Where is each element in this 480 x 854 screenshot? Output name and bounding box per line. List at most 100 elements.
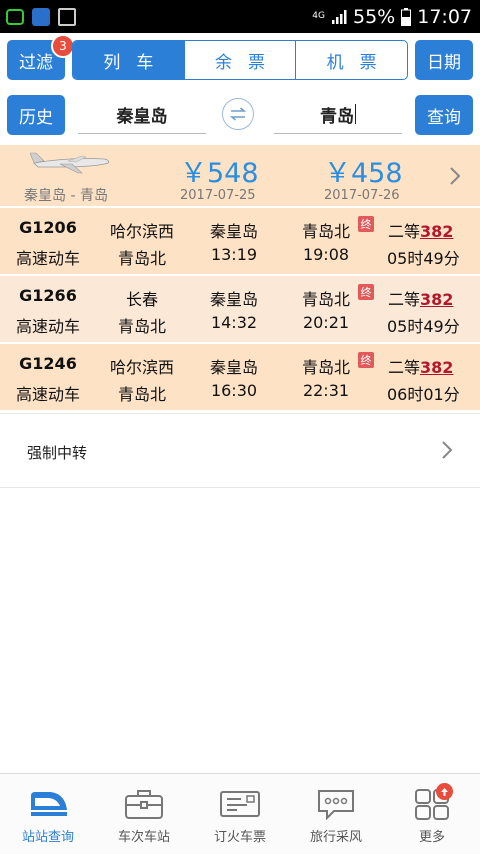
nav-more[interactable]: 更多 [384,774,480,854]
depart-time: 13:19 [210,245,258,264]
ticket-icon [220,791,260,817]
tab-flights[interactable]: 机票 [295,41,407,79]
gallery-notification-icon [58,7,76,26]
depart-time: 16:30 [210,381,258,400]
nav-train-number[interactable]: 车次车站 [96,774,192,854]
duration: 05时49分 [387,317,460,336]
nav-book-ticket-label: 订火车票 [213,830,266,845]
arrive-time: 20:21 [302,313,350,332]
swap-arrows-icon [229,107,247,121]
train-row[interactable]: G1206 高速动车 哈尔滨西 青岛北 秦皇岛 13:19 青岛北 终 19:0… [0,208,480,276]
seat-class: 二等 [388,358,421,377]
battery-icon [401,7,412,26]
arrow-up-icon [441,787,448,796]
train-type: 高速动车 [15,317,80,336]
train-origin: 哈尔滨西 [109,358,174,377]
flight-date-2: 2017-07-26 [324,188,400,203]
terminal-badge: 终 [358,284,374,300]
app-notification-icon [32,7,50,26]
date-button[interactable]: 日期 [415,40,473,80]
terminal-badge: 终 [358,216,374,232]
nav-station-search[interactable]: 站站查询 [0,774,96,854]
text-cursor [355,104,356,124]
seat-class: 二等 [388,222,421,241]
update-badge [436,783,453,800]
depart-station: 秦皇岛 [209,290,258,309]
top-toolbar: 过滤 3 列车 余票 机票 日期 [0,34,480,80]
nav-station-search-label: 站站查询 [21,830,74,845]
nav-more-label: 更多 [418,830,445,845]
battery-percent: 55% [353,5,396,28]
tab-remaining-tickets-label: 余票 [215,52,281,73]
query-button-label: 查询 [427,107,461,128]
train-terminal: 青岛北 [117,249,166,268]
network-type: 4G [312,11,325,21]
train-origin: 长春 [125,290,158,309]
seat-count-link[interactable]: 382 [420,290,453,309]
arrive-time: 22:31 [302,381,350,400]
search-row: 历史 秦皇岛 青岛 查询 [0,95,480,135]
flight-date-1: 2017-07-25 [180,188,256,203]
duration: 05时49分 [387,249,460,268]
forced-transfer-row[interactable]: 强制中转 [0,413,480,488]
clock: 17:07 [417,5,472,28]
seat-count-link[interactable]: 382 [420,358,453,377]
duration: 06时01分 [387,385,460,404]
depart-time: 14:32 [210,313,258,332]
from-station-value: 秦皇岛 [116,106,168,127]
flight-route: 秦皇岛 - 青岛 [24,188,108,204]
train-row[interactable]: G1246 高速动车 哈尔滨西 青岛北 秦皇岛 16:30 青岛北 终 22:3… [0,344,480,412]
bottom-navigation: 站站查询 车次车站 订火车票 旅行采风 更多 [0,773,480,854]
status-bar: 4G 55% 17:07 [0,0,480,33]
airplane-icon [30,152,109,174]
flight-price-banner[interactable]: 秦皇岛 - 青岛 ￥548 2017-07-25 ￥458 2017-07-26 [0,145,480,206]
swap-stations-button[interactable] [222,98,254,130]
terminal-badge: 终 [358,352,374,368]
depart-station: 秦皇岛 [209,358,258,377]
filter-button-label: 过滤 [19,52,53,73]
tab-remaining-tickets[interactable]: 余票 [183,41,296,79]
chevron-right-icon [442,441,453,459]
tab-flights-label: 机票 [326,52,393,73]
mode-tabs: 列车 余票 机票 [72,40,408,80]
seat-info: 二等382 [388,218,453,242]
chevron-right-icon [450,167,461,185]
app-content: 过滤 3 列车 余票 机票 日期 历史 秦皇岛 青岛 查询 秦皇岛 - 青岛 ￥… [0,33,480,773]
signal-icon [332,9,347,24]
train-origin: 哈尔滨西 [109,222,174,241]
tab-trains[interactable]: 列车 [73,41,184,79]
to-station-input[interactable]: 青岛 [274,95,402,134]
chat-bubble-icon [318,790,354,820]
flight-price-2[interactable]: ￥458 [324,151,403,190]
train-terminal: 青岛北 [117,317,166,336]
history-button[interactable]: 历史 [7,95,65,135]
train-terminal: 青岛北 [117,385,166,404]
depart-station: 秦皇岛 [209,222,258,241]
train-row[interactable]: G1266 高速动车 长春 青岛北 秦皇岛 14:32 青岛北 终 20:21 … [0,276,480,344]
message-notification-icon [6,8,24,25]
nav-travel[interactable]: 旅行采风 [288,774,384,854]
train-code: G1206 [19,218,77,237]
query-button[interactable]: 查询 [415,95,473,135]
date-button-label: 日期 [427,52,461,73]
nav-book-ticket[interactable]: 订火车票 [192,774,288,854]
train-type: 高速动车 [15,249,80,268]
tab-trains-label: 列车 [103,52,170,73]
seat-info: 二等382 [388,354,453,378]
train-icon [31,792,67,816]
history-button-label: 历史 [19,107,53,128]
flight-price-1[interactable]: ￥548 [180,151,259,190]
nav-train-number-label: 车次车站 [117,830,170,845]
seat-info: 二等382 [388,286,453,310]
forced-transfer-label: 强制中转 [27,444,88,462]
nav-travel-label: 旅行采风 [309,830,362,845]
train-code: G1266 [19,286,77,305]
briefcase-icon [125,790,163,819]
seat-class: 二等 [388,290,421,309]
train-code: G1246 [19,354,77,373]
from-station-input[interactable]: 秦皇岛 [78,95,206,134]
seat-count-link[interactable]: 382 [420,222,453,241]
arrive-time: 19:08 [302,245,350,264]
train-type: 高速动车 [15,385,80,404]
to-station-value: 青岛 [320,106,354,127]
